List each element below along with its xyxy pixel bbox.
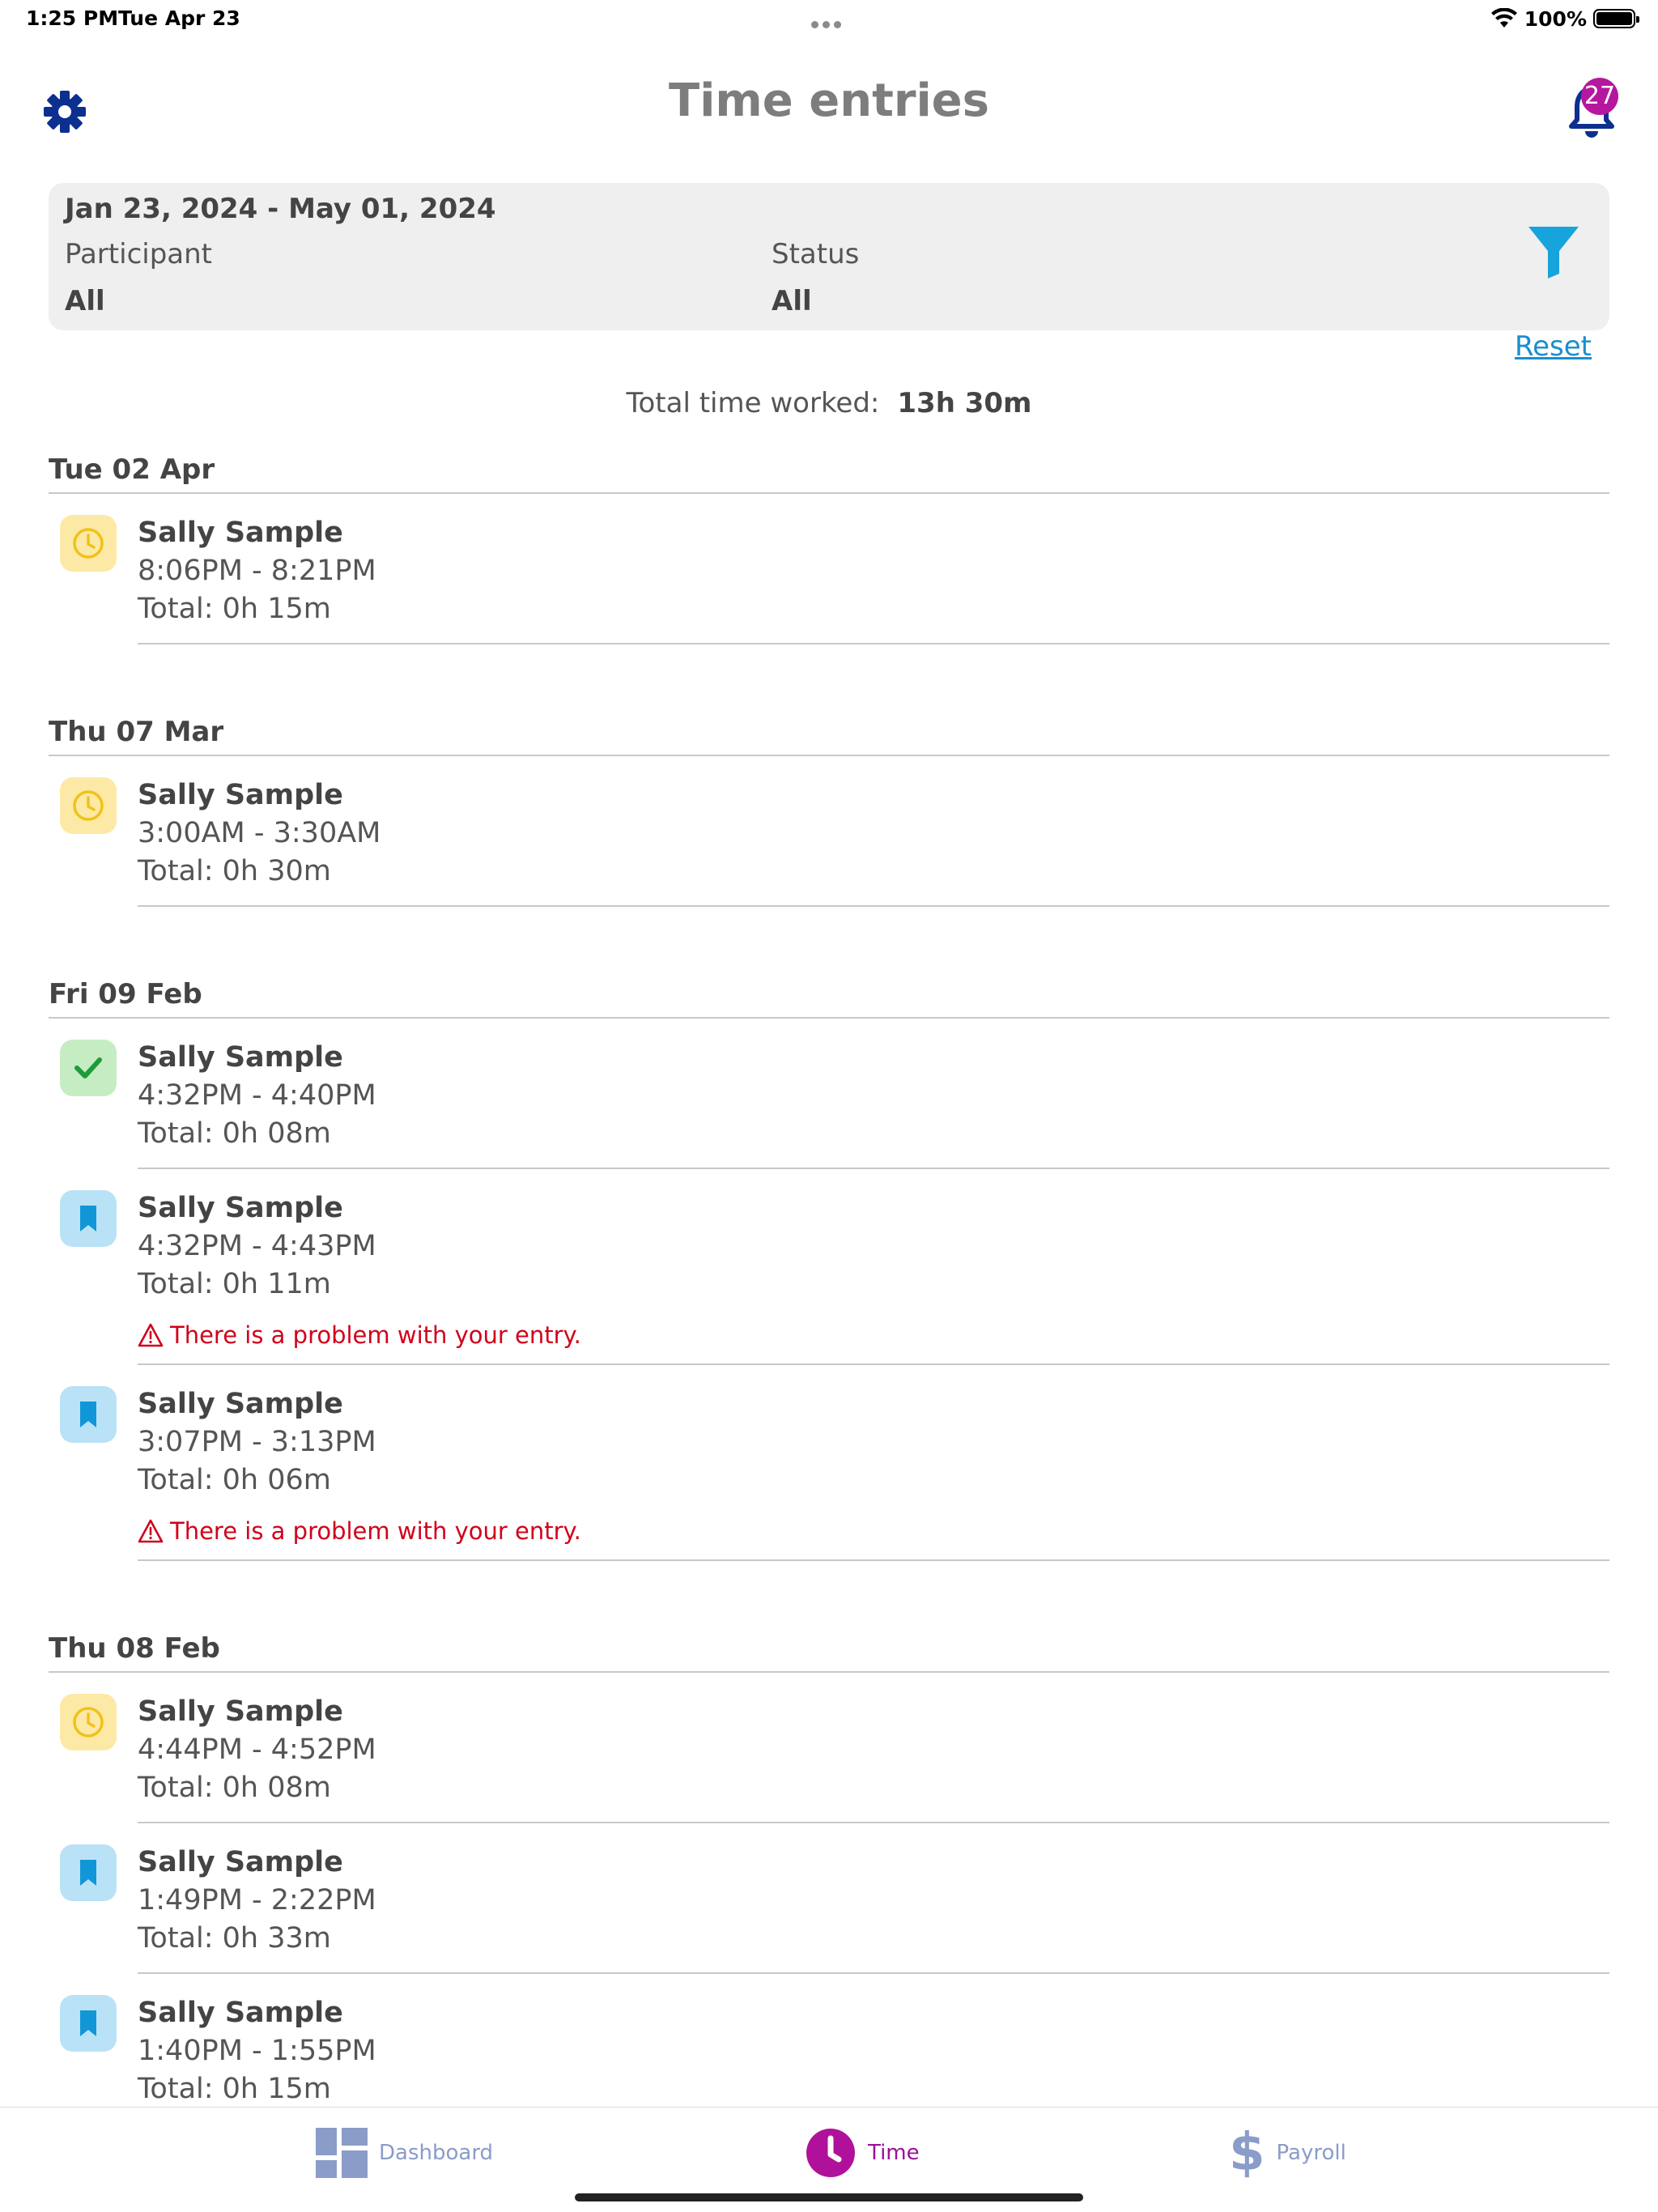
entry-name: Sally Sample xyxy=(138,1695,343,1728)
bookmark-icon xyxy=(60,1386,117,1443)
warning-text: There is a problem with your entry. xyxy=(170,1517,581,1545)
wifi-icon xyxy=(1490,8,1517,28)
entry-total: Total: 0h 08m xyxy=(138,1772,331,1804)
entry-time-range: 3:00AM - 3:30AM xyxy=(138,817,381,849)
date-range: Jan 23, 2024 - May 01, 2024 xyxy=(65,193,496,225)
clock-icon xyxy=(60,777,117,834)
entry-warning: There is a problem with your entry. xyxy=(138,1321,1609,1349)
time-entry[interactable]: Sally Sample 4:44PM - 4:52PM Total: 0h 0… xyxy=(49,1673,1609,1822)
tab-label: Dashboard xyxy=(379,2141,494,2165)
entry-total: Total: 0h 11m xyxy=(138,1268,331,1300)
warning-icon xyxy=(138,1519,164,1543)
date-group-header: Fri 09 Feb xyxy=(49,978,1609,1019)
notification-badge[interactable]: 27 xyxy=(1581,78,1618,115)
dollar-icon: $ xyxy=(1229,2123,1265,2183)
reset-link[interactable]: Reset xyxy=(1515,330,1592,363)
date-group-header: Thu 07 Mar xyxy=(49,716,1609,756)
time-entry[interactable]: Sally Sample 3:00AM - 3:30AM Total: 0h 3… xyxy=(49,756,1609,905)
entry-total: Total: 0h 06m xyxy=(138,1464,331,1496)
tab-label: Payroll xyxy=(1276,2141,1346,2165)
time-entries-list[interactable]: Tue 02 Apr Sally Sample 8:06PM - 8:21PM … xyxy=(0,453,1658,2123)
multitasking-dots-icon[interactable] xyxy=(811,16,847,28)
entry-time-range: 1:49PM - 2:22PM xyxy=(138,1884,376,1916)
time-entry[interactable]: Sally Sample 1:49PM - 2:22PM Total: 0h 3… xyxy=(49,1823,1609,1972)
status-time: 1:25 PM xyxy=(26,6,119,30)
bookmark-icon xyxy=(60,1995,117,2052)
clock-icon xyxy=(60,1694,117,1750)
entry-name: Sally Sample xyxy=(138,517,343,549)
date-group-header: Tue 02 Apr xyxy=(49,453,1609,494)
entry-name: Sally Sample xyxy=(138,1997,343,2029)
check-icon xyxy=(60,1040,117,1096)
total-label: Total time worked: xyxy=(626,387,880,419)
time-entry[interactable]: Sally Sample 4:32PM - 4:40PM Total: 0h 0… xyxy=(49,1019,1609,1168)
status-value: All xyxy=(772,285,812,317)
time-entry[interactable]: Sally Sample 1:40PM - 1:55PM Total: 0h 1… xyxy=(49,1974,1609,2123)
tab-bar: Dashboard Time $ Payroll xyxy=(0,2107,1658,2212)
battery-icon xyxy=(1593,9,1639,28)
bookmark-icon xyxy=(60,1190,117,1247)
entry-total: Total: 0h 33m xyxy=(138,1922,331,1955)
time-entry[interactable]: Sally Sample 8:06PM - 8:21PM Total: 0h 1… xyxy=(49,494,1609,643)
entry-name: Sally Sample xyxy=(138,1041,343,1074)
app-header: Time entries xyxy=(0,65,1658,146)
total-time-worked: Total time worked: 13h 30m xyxy=(0,387,1658,419)
status-label: Status xyxy=(772,238,860,270)
entry-time-range: 4:32PM - 4:40PM xyxy=(138,1079,376,1112)
entry-warning: There is a problem with your entry. xyxy=(138,1517,1609,1545)
date-group-header: Thu 08 Feb xyxy=(49,1632,1609,1673)
clock-icon xyxy=(806,2129,855,2177)
participant-label: Participant xyxy=(65,238,213,270)
clock-icon xyxy=(60,515,117,572)
filter-icon[interactable] xyxy=(1527,223,1580,280)
total-value: 13h 30m xyxy=(897,387,1032,419)
entry-time-range: 3:07PM - 3:13PM xyxy=(138,1426,376,1458)
participant-value: All xyxy=(65,285,105,317)
page-title: Time entries xyxy=(669,74,989,127)
filter-panel[interactable]: Jan 23, 2024 - May 01, 2024 Participant … xyxy=(49,183,1609,330)
tab-label: Time xyxy=(868,2141,920,2165)
entry-time-range: 1:40PM - 1:55PM xyxy=(138,2035,376,2067)
battery-percent: 100% xyxy=(1524,6,1587,31)
entry-name: Sally Sample xyxy=(138,1388,343,1420)
entry-total: Total: 0h 08m xyxy=(138,1117,331,1150)
tab-dashboard[interactable]: Dashboard xyxy=(316,2127,493,2179)
entry-time-range: 4:32PM - 4:43PM xyxy=(138,1230,376,1262)
tab-payroll[interactable]: $ Payroll xyxy=(1229,2127,1346,2179)
tab-time[interactable]: Time xyxy=(805,2127,920,2179)
time-entry[interactable]: Sally Sample 3:07PM - 3:13PM Total: 0h 0… xyxy=(49,1365,1609,1559)
entry-total: Total: 0h 15m xyxy=(138,2073,331,2105)
entry-time-range: 4:44PM - 4:52PM xyxy=(138,1733,376,1766)
time-entry[interactable]: Sally Sample 4:32PM - 4:43PM Total: 0h 1… xyxy=(49,1169,1609,1363)
entry-time-range: 8:06PM - 8:21PM xyxy=(138,555,376,587)
entry-name: Sally Sample xyxy=(138,779,343,811)
home-indicator[interactable] xyxy=(575,2193,1083,2201)
status-bar: 1:25 PM Tue Apr 23 100% xyxy=(0,0,1658,39)
entry-total: Total: 0h 15m xyxy=(138,593,331,625)
entry-name: Sally Sample xyxy=(138,1846,343,1878)
entry-name: Sally Sample xyxy=(138,1192,343,1224)
bookmark-icon xyxy=(60,1844,117,1901)
dashboard-icon xyxy=(316,2128,368,2178)
status-date: Tue Apr 23 xyxy=(118,6,240,30)
warning-text: There is a problem with your entry. xyxy=(170,1321,581,1349)
warning-icon xyxy=(138,1323,164,1347)
entry-total: Total: 0h 30m xyxy=(138,855,331,887)
